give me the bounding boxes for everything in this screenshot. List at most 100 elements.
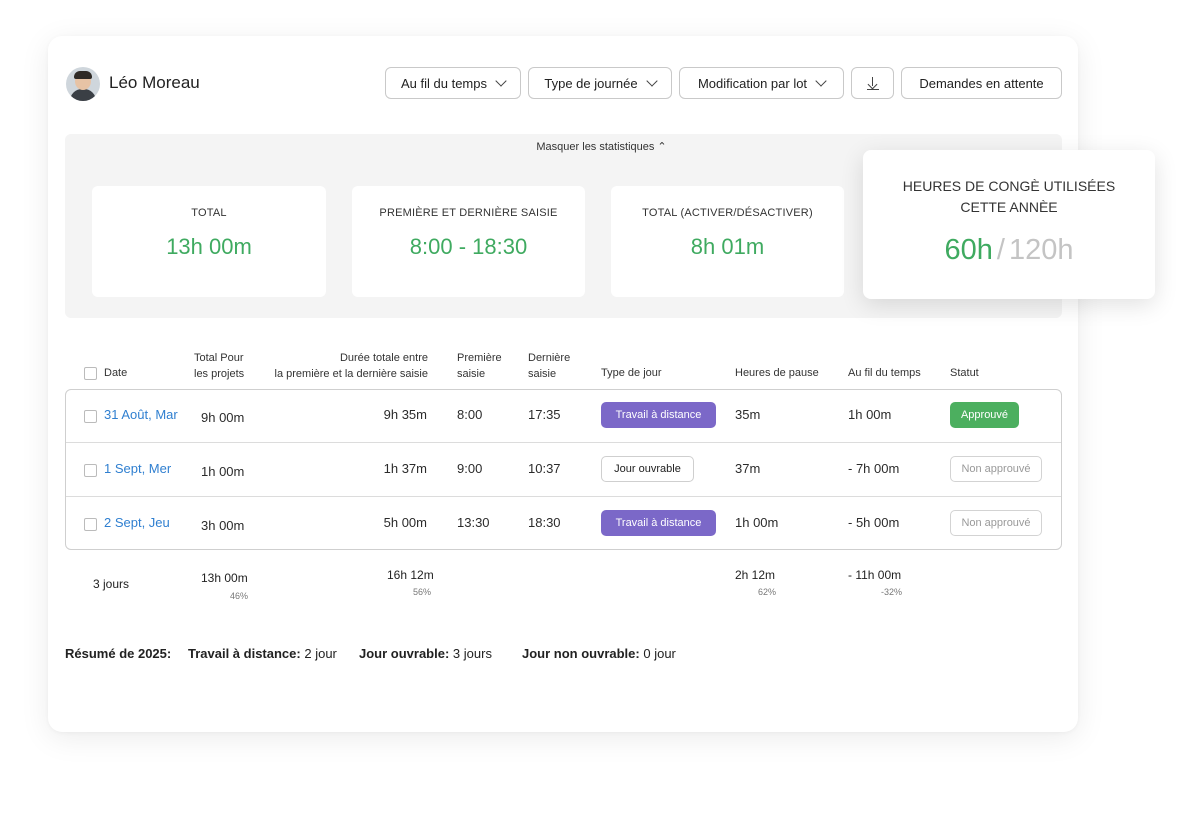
bulk-edit-dropdown[interactable]: Modification par lot <box>679 67 844 99</box>
row-divider <box>66 442 1061 443</box>
stat-total: TOTAL 13h 00m <box>92 186 326 297</box>
row-date-link[interactable]: 2 Sept, Jeu <box>104 515 170 530</box>
summary-nonwork-label: Jour non ouvrable: <box>522 646 640 661</box>
summary-label: Résumé de 2025: <box>65 646 171 661</box>
totals-over-time-pct: -32% <box>880 587 902 597</box>
row-pause: 35m <box>735 407 761 422</box>
summary-nonwork-value: 0 jour <box>643 646 676 661</box>
col-status[interactable]: Statut <box>950 365 979 381</box>
over-time-dropdown-label: Au fil du temps <box>401 75 487 91</box>
stat-toggle-total-label: TOTAL (ACTIVER/DÉSACTIVER) <box>642 207 813 219</box>
col-last-line1: Dernière <box>528 352 571 364</box>
row-date-link[interactable]: 31 Août, Mar <box>104 407 178 422</box>
col-duration-line2: la première et la dernière saisie <box>274 368 428 380</box>
row-over-time: 1h 00m <box>848 407 892 422</box>
col-last[interactable]: Dernière saisie <box>528 350 570 382</box>
avatar[interactable] <box>66 67 100 101</box>
day-type-tag[interactable]: Travail à distance <box>601 510 716 536</box>
col-projects-line1: Total Pour <box>194 352 244 364</box>
col-duration-line1: Durée totale entre <box>339 352 428 364</box>
pending-requests-button[interactable]: Demandes en attente <box>901 67 1062 99</box>
col-date[interactable]: Date <box>104 365 127 381</box>
row-checkbox[interactable] <box>84 518 97 531</box>
summary-remote: Travail à distance: 2 jour <box>188 646 337 661</box>
over-time-dropdown[interactable]: Au fil du temps <box>385 67 521 99</box>
col-projects[interactable]: Total Pour les projets <box>194 350 244 382</box>
row-projects: 9h 00m <box>201 410 245 425</box>
row-checkbox[interactable] <box>84 464 97 477</box>
col-first-line1: Première <box>457 352 502 364</box>
stat-toggle-total: TOTAL (ACTIVER/DÉSACTIVER) 8h 01m <box>611 186 844 297</box>
row-duration: 9h 35m <box>383 407 427 422</box>
summary-work-label: Jour ouvrable: <box>359 646 450 661</box>
row-duration: 5h 00m <box>383 515 427 530</box>
row-duration: 1h 37m <box>383 461 427 476</box>
day-type-dropdown[interactable]: Type de journée <box>528 67 672 99</box>
stat-first-last-value: 8:00 - 18:30 <box>409 234 528 259</box>
stat-first-last-label: PREMIÈRE ET DERNIÈRE SAISIE <box>379 207 558 219</box>
leave-hours-label: HEURES DE CONGÈ UTILISÉES CETTE ANNÈE <box>902 178 1116 215</box>
day-type-tag[interactable]: Travail à distance <box>601 402 716 428</box>
row-last: 10:37 <box>528 461 561 476</box>
totals-pause: 2h 12m <box>735 568 776 582</box>
stat-total-label: TOTAL <box>191 207 227 219</box>
row-over-time: - 7h 00m <box>848 461 900 476</box>
col-first[interactable]: Première saisie <box>457 350 502 382</box>
row-checkbox[interactable] <box>84 410 97 423</box>
leave-hours-value: 60h/120h <box>863 234 1155 267</box>
day-type-tag[interactable]: Jour ouvrable <box>601 456 694 482</box>
row-over-time: - 5h 00m <box>848 515 900 530</box>
leave-separator: / <box>996 234 1005 266</box>
col-projects-line2: les projets <box>194 368 245 380</box>
day-type-dropdown-label: Type de journée <box>544 75 638 91</box>
status-badge[interactable]: Approuvé <box>950 402 1019 428</box>
stat-toggle-total-value: 8h 01m <box>690 234 765 259</box>
col-day-type[interactable]: Type de jour <box>601 365 662 381</box>
summary-work: Jour ouvrable: 3 jours <box>359 646 492 661</box>
col-over-time[interactable]: Au fil du temps <box>848 365 921 381</box>
row-pause: 1h 00m <box>735 515 779 530</box>
bulk-edit-dropdown-label: Modification par lot <box>697 75 808 91</box>
totals-pause-pct: 62% <box>757 587 776 597</box>
summary-work-value: 3 jours <box>452 646 492 661</box>
stat-first-last: PREMIÈRE ET DERNIÈRE SAISIE 8:00 - 18:30 <box>352 186 585 297</box>
row-date-link[interactable]: 1 Sept, Mer <box>104 461 171 476</box>
select-all-checkbox[interactable] <box>84 367 97 380</box>
leave-used: 60h <box>944 234 993 266</box>
summary-nonwork: Jour non ouvrable: 0 jour <box>522 646 676 661</box>
stat-total-value: 13h 00m <box>166 234 252 259</box>
row-projects: 1h 00m <box>201 464 245 479</box>
chevron-down-icon <box>815 75 827 87</box>
status-badge[interactable]: Non approuvé <box>950 510 1042 536</box>
row-first: 13:30 <box>457 515 490 530</box>
col-last-line2: saisie <box>528 368 557 380</box>
summary-remote-value: 2 jour <box>304 646 337 661</box>
totals-days: 3 jours <box>93 577 130 591</box>
row-first: 9:00 <box>457 461 483 476</box>
double-chevron-up-icon: ⌃ <box>657 141 667 153</box>
download-icon <box>866 76 880 91</box>
col-first-line2: saisie <box>457 368 486 380</box>
row-divider <box>66 496 1061 497</box>
totals-projects: 13h 00m <box>201 571 248 585</box>
hide-stats-label: Masquer les statistiques <box>536 141 655 153</box>
row-last: 17:35 <box>528 407 561 422</box>
totals-duration-pct: 56% <box>412 587 431 597</box>
pending-requests-label: Demandes en attente <box>919 75 1044 91</box>
row-last: 18:30 <box>528 515 561 530</box>
user-name: Léo Moreau <box>109 73 200 92</box>
chevron-down-icon <box>495 75 507 87</box>
totals-over-time: - 11h 00m <box>848 568 902 582</box>
chevron-down-icon <box>645 75 658 87</box>
download-button[interactable] <box>851 67 894 99</box>
status-badge[interactable]: Non approuvé <box>950 456 1042 482</box>
leave-hours-card: HEURES DE CONGÈ UTILISÉES CETTE ANNÈE 60… <box>863 150 1155 299</box>
summary-remote-label: Travail à distance: <box>188 646 301 661</box>
totals-duration: 16h 12m <box>387 568 434 582</box>
col-pause[interactable]: Heures de pause <box>735 365 819 381</box>
row-pause: 37m <box>735 461 761 476</box>
row-projects: 3h 00m <box>201 518 245 533</box>
row-first: 8:00 <box>457 407 483 422</box>
col-duration[interactable]: Durée totale entre la première et la der… <box>262 350 428 382</box>
leave-total: 120h <box>1008 234 1074 266</box>
